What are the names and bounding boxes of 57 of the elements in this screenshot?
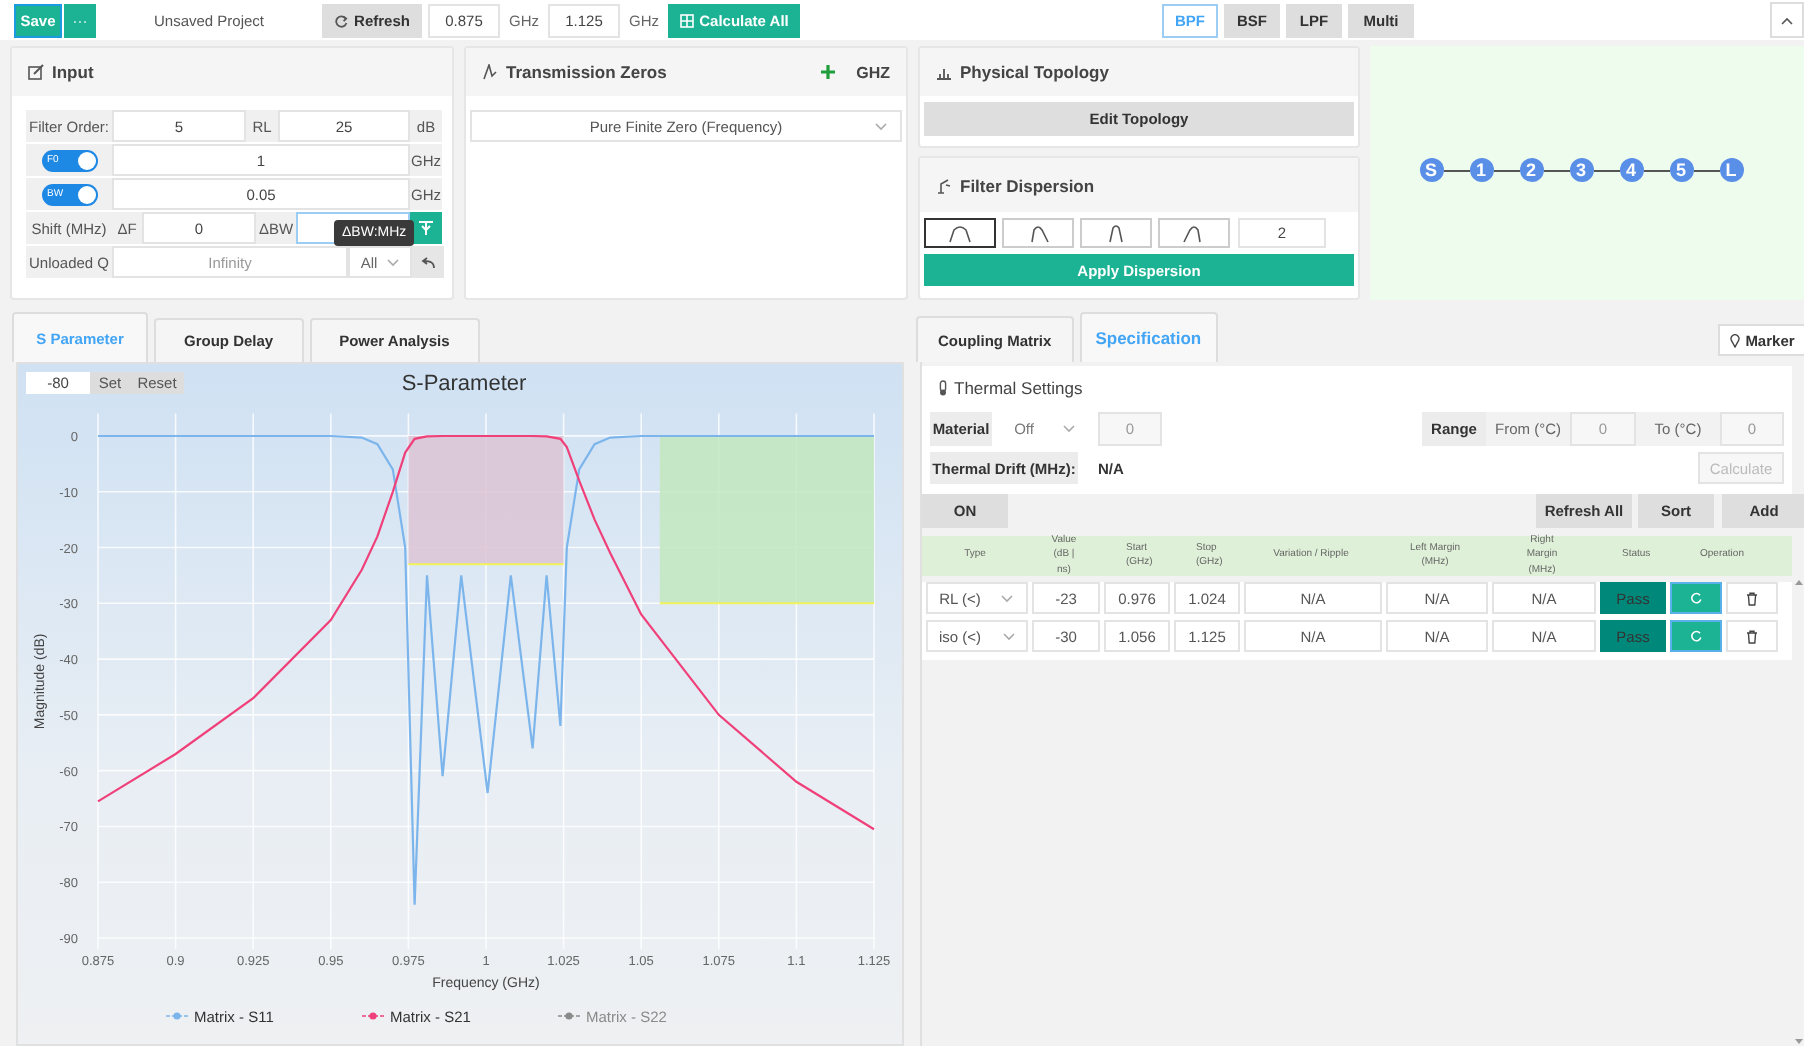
undo-icon (420, 255, 436, 269)
legend-marker-icon (362, 1012, 384, 1020)
connector-line (1543, 169, 1569, 171)
zero-curve-icon (482, 64, 498, 80)
topology-node: 1 (1469, 158, 1493, 182)
delete-button[interactable] (1726, 582, 1778, 614)
panel-title: Input (52, 62, 94, 82)
delete-button[interactable] (1726, 620, 1778, 652)
connector-line (1693, 169, 1719, 171)
panel-title: Transmission Zeros (506, 62, 667, 82)
connector-line (1593, 169, 1619, 171)
refresh-icon (1690, 630, 1702, 642)
dispersion-icon (936, 177, 952, 193)
dispersion-shape-button[interactable] (924, 218, 996, 248)
legend-marker-icon (166, 1012, 188, 1020)
caret-icon (1061, 424, 1076, 434)
plus-icon (820, 64, 837, 80)
edit-icon (28, 64, 44, 80)
topology-node: 5 (1669, 158, 1693, 182)
topology-node: L (1719, 158, 1743, 182)
refresh-icon (1690, 592, 1702, 604)
scroll-up-icon (1794, 578, 1804, 586)
caret-icon (1001, 631, 1016, 641)
thermometer-icon (938, 380, 948, 396)
refresh-icon (334, 13, 349, 27)
connector-line (1643, 169, 1669, 171)
chevron-up-icon (1780, 15, 1794, 25)
panel-title: Filter Dispersion (960, 175, 1095, 195)
filter-shape-icon (418, 220, 434, 236)
section-title: Thermal Settings (954, 378, 1083, 398)
topology-node: S (1419, 158, 1443, 182)
undo-button[interactable] (412, 246, 444, 278)
collapse-button[interactable] (1770, 2, 1804, 38)
trash-icon (1746, 629, 1758, 643)
topology-node: 3 (1569, 158, 1593, 182)
unit-label: GHZ (856, 63, 890, 81)
panel-title: Physical Topology (960, 62, 1109, 82)
passband-icon (1026, 223, 1050, 243)
apply-shift-button[interactable] (410, 212, 442, 244)
caret-icon (874, 122, 888, 132)
caret-icon (385, 257, 400, 267)
passband-icon (1104, 223, 1128, 243)
connector-line (1443, 169, 1469, 171)
chart-title: S-Parameter (401, 370, 527, 396)
topology-icon (936, 65, 952, 79)
pin-icon (1729, 333, 1740, 347)
passband-icon (948, 223, 972, 243)
passband-icon (1182, 223, 1206, 243)
connector-line (1493, 169, 1519, 171)
legend-marker-icon (558, 1012, 580, 1020)
topology-node: 4 (1619, 158, 1643, 182)
caret-icon (1000, 593, 1015, 603)
add-button[interactable] (820, 64, 837, 80)
trash-icon (1746, 591, 1758, 605)
scroll-down-icon (1794, 1038, 1804, 1046)
topology-node: 2 (1519, 158, 1543, 182)
grid-icon (679, 13, 694, 27)
